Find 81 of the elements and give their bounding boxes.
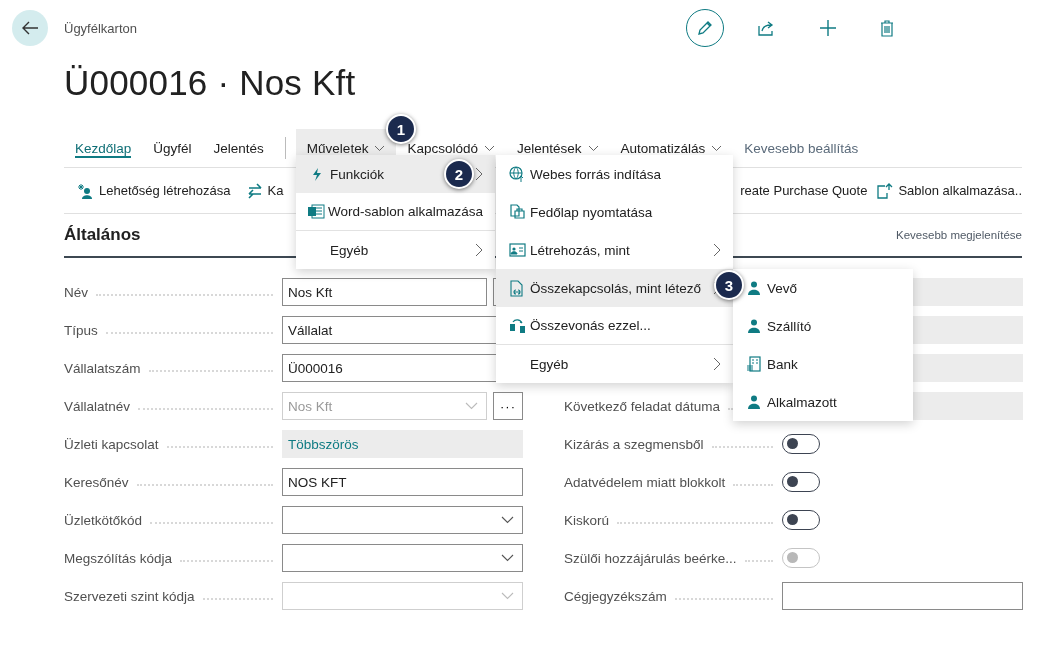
text-field[interactable]: NOS KFT [282, 468, 523, 496]
add-icon[interactable] [819, 19, 837, 37]
chevron-down-icon [501, 554, 514, 562]
field-label: Üzleti kapcsolat [64, 436, 159, 452]
step-badge: 1 [386, 114, 416, 144]
menu-item[interactable]: Egyéb [496, 345, 733, 383]
globe-icon [509, 166, 525, 182]
field-label: Vállalatszám [64, 360, 141, 376]
field-label: Vállalatnév [64, 398, 131, 414]
share-icon[interactable] [758, 20, 776, 36]
delete-icon[interactable] [880, 19, 894, 37]
field-label: Keresőnév [64, 474, 129, 490]
text-field[interactable] [782, 582, 1023, 610]
chevron-right-icon [713, 243, 721, 257]
tab[interactable]: Jelentés [202, 129, 275, 167]
bank-building-icon [747, 356, 761, 372]
action-button[interactable]: Sablon alkalmazása.. [877, 173, 1022, 208]
lightning-icon [312, 167, 322, 181]
chevron-down-icon [501, 516, 514, 524]
action-button[interactable]: reate Purchase Quote [740, 173, 878, 208]
toggle-switch[interactable] [782, 434, 820, 454]
chevron-down-icon [374, 144, 386, 152]
field-label: Név [64, 284, 88, 300]
menu-item[interactable]: Fedőlap nyomtatása [496, 193, 733, 231]
edit-button[interactable] [686, 9, 724, 47]
person-icon [748, 395, 760, 409]
document-link-icon [509, 279, 525, 297]
chevron-down-icon [465, 402, 478, 410]
menu-item[interactable]: Létrehozás, mint [496, 231, 733, 269]
field-label: Üzletkötőkód [64, 512, 143, 528]
person-add-icon [78, 182, 94, 199]
field-label: Következő feladat dátuma [564, 398, 721, 414]
person-icon [748, 319, 760, 333]
word-document-icon [306, 204, 325, 219]
back-arrow-icon [21, 21, 39, 35]
field-label: Kiskorú [564, 512, 609, 528]
menu-item[interactable]: Összevonás ezzel... [496, 307, 733, 345]
dropdown-field[interactable] [282, 544, 523, 572]
menu-item[interactable]: Egyéb [296, 231, 495, 269]
action-button[interactable]: Ka [238, 173, 292, 208]
text-field[interactable]: Nos Kft [282, 278, 487, 306]
dropdown-field[interactable] [282, 506, 523, 534]
field-label: Szülői hozzájárulás beérke... [564, 550, 737, 566]
link-field[interactable]: Többszörös [282, 430, 523, 458]
tab[interactable]: Kezdőlap [64, 129, 143, 167]
person-icon [748, 281, 760, 295]
options-link[interactable]: Kevesebb beállítás [733, 129, 870, 167]
swap-arrows-icon [246, 182, 263, 199]
back-button[interactable] [12, 10, 48, 46]
document-print-icon [509, 204, 525, 220]
chevron-right-icon [475, 243, 483, 257]
merge-icon [508, 317, 526, 334]
pencil-icon [696, 19, 714, 37]
show-less-link[interactable]: Kevesebb megjelenítése [896, 229, 1022, 241]
tab[interactable]: Ügyfél [142, 129, 203, 167]
toggle-switch[interactable] [782, 472, 820, 492]
chevron-down-icon [711, 144, 723, 152]
toggle-switch[interactable] [782, 510, 820, 530]
action-button[interactable]: Lehetőség létrehozása [64, 173, 239, 208]
chevron-right-icon [713, 357, 721, 371]
menu-item[interactable]: Alkalmazott [733, 383, 913, 421]
section-title: Általános [64, 225, 141, 245]
chevron-down-icon [587, 144, 599, 152]
chevron-down-icon [483, 144, 495, 152]
chevron-right-icon [475, 167, 483, 181]
field-label: Adatvédelem miatt blokkolt [564, 474, 726, 490]
page-title: Ü000016 · Nos Kft [64, 62, 357, 104]
menu-item[interactable]: Vevő [733, 269, 913, 307]
breadcrumb: Ügyfélkarton [64, 20, 138, 36]
menu-item[interactable]: Word-sablon alkalmazása [296, 193, 495, 231]
menu-item[interactable]: Bank [733, 345, 913, 383]
field-label: Típus [64, 322, 98, 338]
field-label: Szervezeti szint kódja [64, 588, 195, 604]
field-label: Kizárás a szegmensből [564, 436, 704, 452]
template-icon [877, 182, 894, 199]
menu-item[interactable]: Webes forrás indítása [496, 155, 733, 193]
contact-card-icon [508, 243, 526, 257]
menu-item[interactable]: Szállító [733, 307, 913, 345]
field-label: Megszólítás kódja [64, 550, 173, 566]
chevron-down-icon [501, 592, 514, 600]
field-label: Cégjegyzékszám [564, 588, 667, 604]
